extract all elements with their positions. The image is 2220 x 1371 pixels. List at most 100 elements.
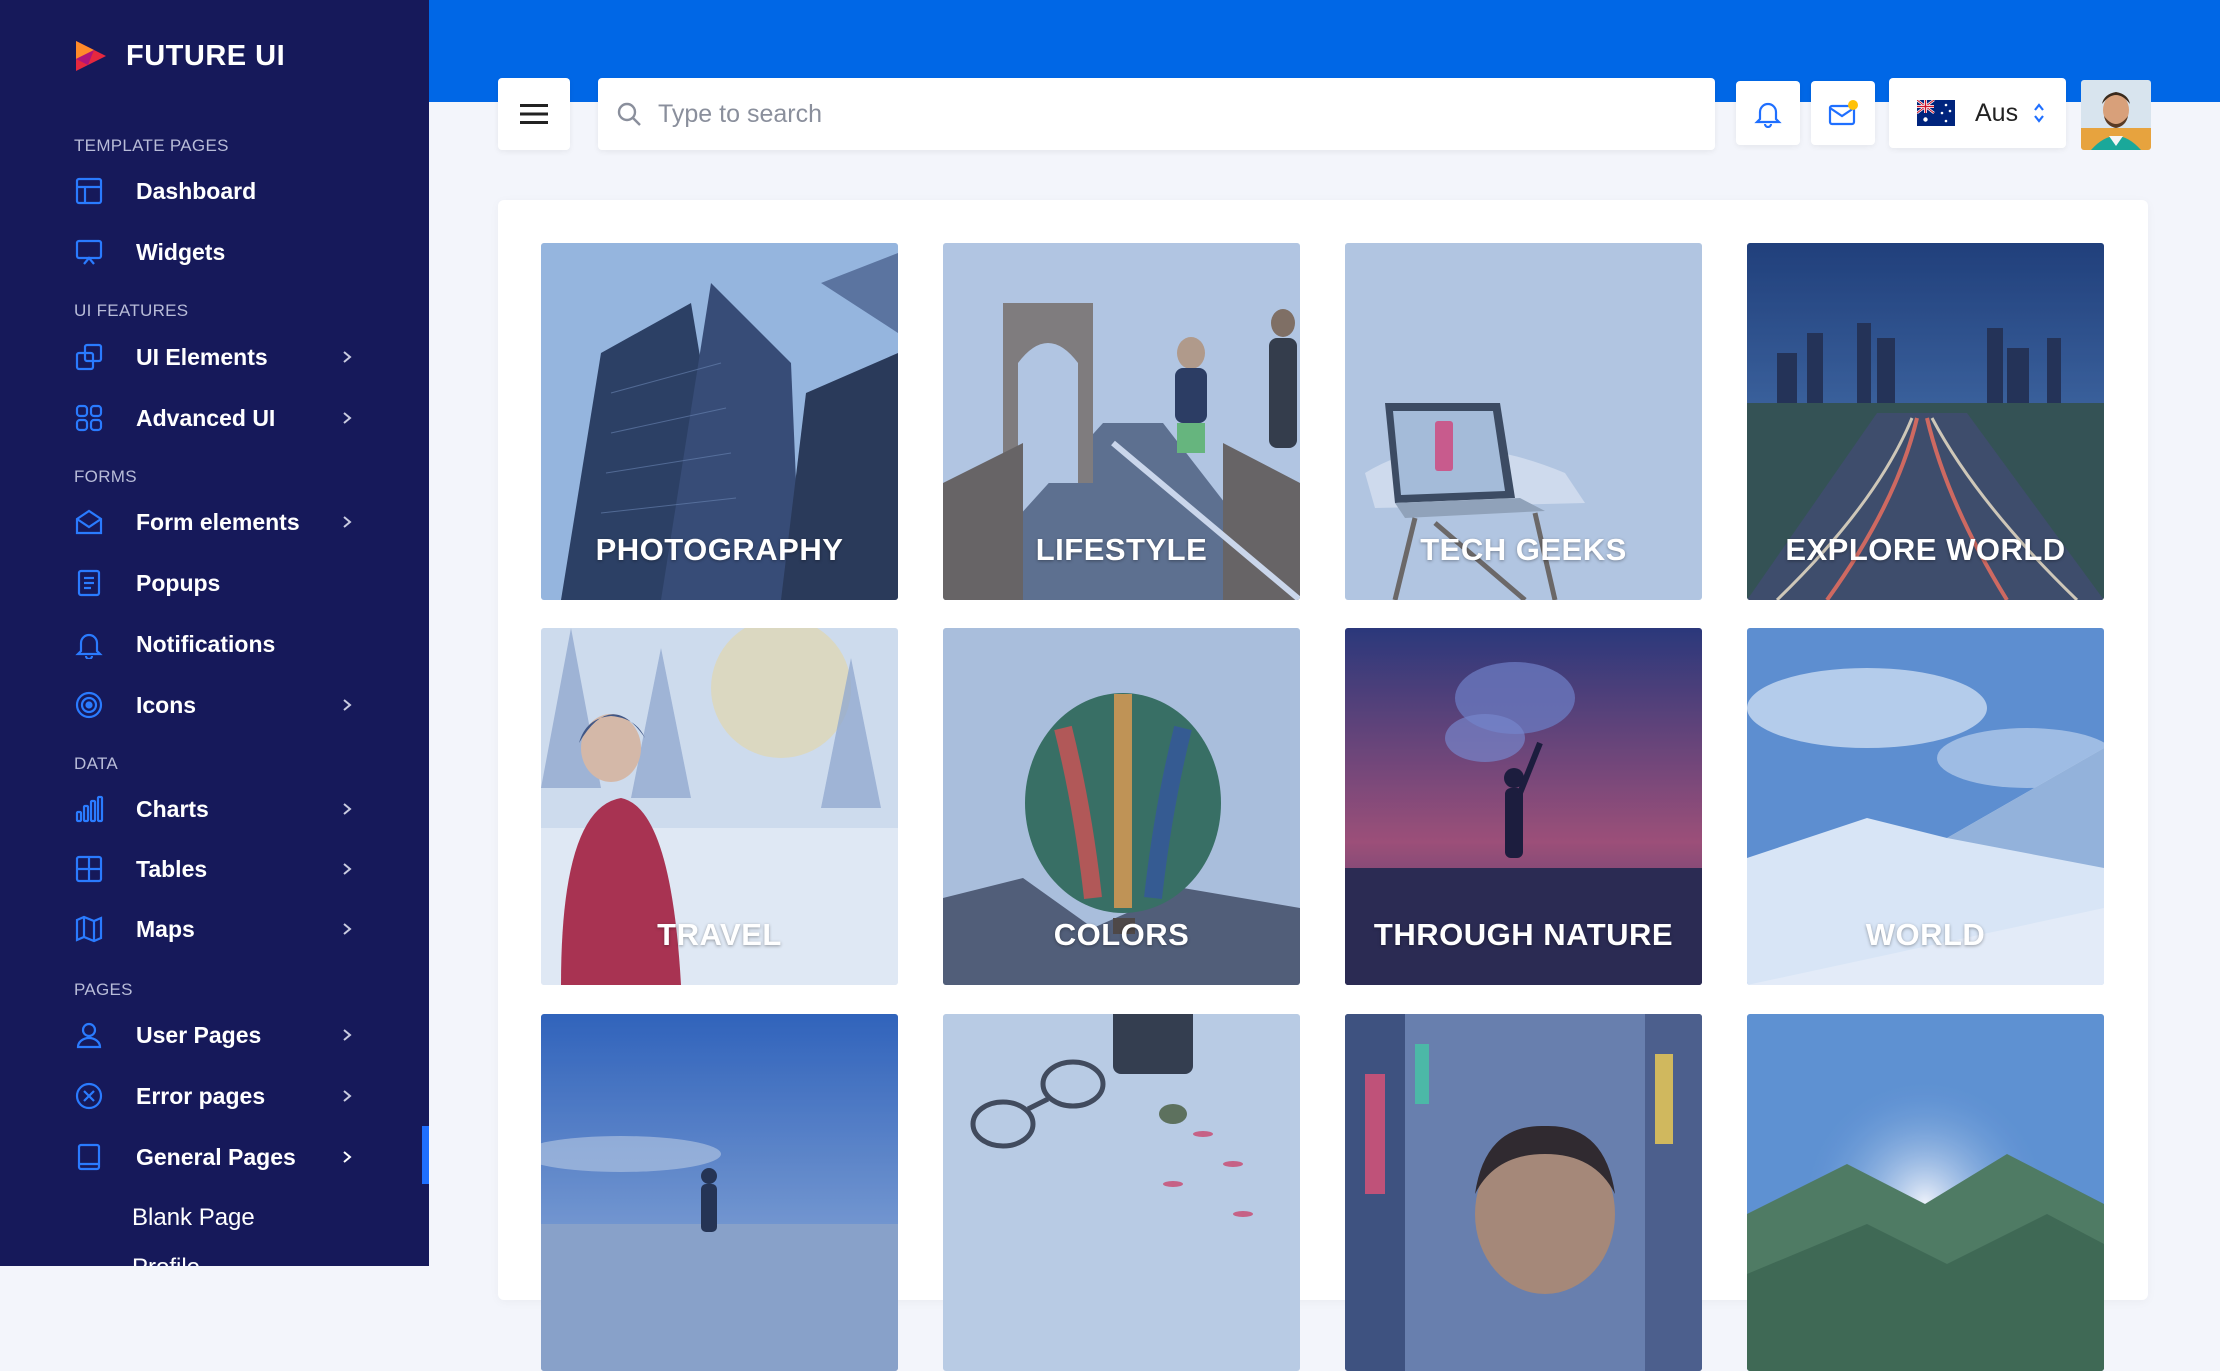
australia-flag-icon [1917, 100, 1955, 126]
user-avatar[interactable] [2081, 80, 2151, 150]
sidebar-item-label: Advanced UI [136, 404, 276, 431]
bar-chart-icon [75, 795, 104, 823]
menu-toggle-button[interactable] [498, 78, 570, 150]
brand-logo-icon [76, 41, 106, 71]
gallery-tile-travel[interactable]: TRAVEL [541, 628, 898, 985]
search-bar [598, 78, 1715, 150]
section-template-pages: TEMPLATE PAGES [74, 136, 229, 155]
tablet-icon [77, 1143, 101, 1171]
error-circle-icon [75, 1082, 103, 1110]
sidebar-item-label: Icons [136, 691, 197, 718]
gallery-tile-12[interactable] [1747, 1014, 2104, 1371]
sidebar-item-advanced-ui[interactable]: Advanced UI [74, 396, 354, 440]
sidebar-item-label: User Pages [136, 1021, 262, 1048]
layers-icon [75, 343, 103, 371]
sidebar-item-label: UI Elements [136, 343, 268, 370]
sidebar-subitem-blank-page[interactable]: Blank Page [132, 1204, 255, 1232]
gallery-tile-explore-world[interactable]: EXPLORE WORLD [1747, 243, 2104, 600]
sidebar-item-popups[interactable]: Popups [74, 561, 354, 605]
sidebar-item-label: Tables [136, 855, 208, 882]
sidebar-subitem-profile[interactable]: Profile [132, 1254, 200, 1266]
bell-icon [75, 633, 103, 659]
mail-open-icon [75, 509, 103, 535]
sidebar-item-label: Popups [136, 569, 221, 596]
brand[interactable]: FUTURE UI [74, 36, 285, 76]
gallery-tile-photography[interactable]: PHOTOGRAPHY [541, 243, 898, 600]
sidebar-item-label: Charts [136, 795, 209, 822]
sidebar-item-label: Error pages [136, 1082, 266, 1109]
gallery-tile-colors[interactable]: COLORS [943, 628, 1300, 985]
search-input[interactable] [656, 98, 1660, 130]
document-icon [77, 569, 101, 597]
target-icon [75, 691, 103, 719]
sidebar-item-label: Notifications [136, 630, 276, 657]
avatar-image [2081, 80, 2151, 150]
sidebar-item-label: Widgets [136, 238, 226, 265]
chevron-right-icon [343, 699, 352, 711]
sidebar-item-error-pages[interactable]: Error pages [74, 1074, 354, 1118]
sidebar: FUTURE UI TEMPLATE PAGES Dashboard Widge… [0, 0, 429, 1266]
messages-button[interactable] [1811, 81, 1875, 145]
sidebar-item-general-pages[interactable]: General Pages [74, 1135, 354, 1179]
chevron-right-icon [343, 803, 352, 815]
chevron-right-icon [343, 863, 352, 875]
sidebar-item-ui-elements[interactable]: UI Elements [74, 335, 354, 379]
chevron-right-icon [343, 516, 352, 528]
tile-label: TECH GEEKS [1420, 532, 1627, 567]
mail-icon [1828, 100, 1858, 126]
tile-label: COLORS [1053, 917, 1190, 952]
tile-label: THROUGH NATURE [1373, 917, 1674, 952]
tile-label: PHOTOGRAPHY [595, 532, 844, 567]
gallery-card: PHOTOGRAPHY LIFESTYLE TECH GEEKS EXPLORE… [498, 200, 2148, 1371]
sidebar-item-label: General Pages [136, 1143, 296, 1170]
section-ui-features: UI FEATURES [74, 301, 189, 320]
gallery-tile-11[interactable] [1345, 1014, 1702, 1371]
monitor-icon [75, 239, 103, 265]
language-label: Aus [1975, 98, 2019, 127]
sidebar-item-tables[interactable]: Tables [74, 847, 354, 891]
chevron-right-icon [343, 1029, 352, 1041]
active-indicator [422, 1126, 429, 1184]
tile-label: TRAVEL [657, 917, 782, 952]
hamburger-icon [520, 104, 548, 124]
gallery-tile-9[interactable] [541, 1014, 898, 1371]
sidebar-item-dashboard[interactable]: Dashboard [74, 169, 354, 213]
map-icon [75, 915, 103, 943]
gallery-tile-world[interactable]: WORLD [1747, 628, 2104, 985]
section-pages: PAGES [74, 980, 133, 999]
gallery-tile-tech-geeks[interactable]: TECH GEEKS [1345, 243, 1702, 600]
gallery-tile-lifestyle[interactable]: LIFESTYLE [943, 243, 1300, 600]
chevron-right-icon [343, 412, 352, 424]
brand-name: FUTURE UI [126, 39, 286, 72]
gallery-tile-10[interactable] [943, 1014, 1300, 1371]
sidebar-item-widgets[interactable]: Widgets [74, 230, 354, 274]
sidebar-item-label: Maps [136, 915, 195, 942]
section-forms: FORMS [74, 467, 137, 486]
language-select[interactable]: Aus [1889, 78, 2066, 148]
tile-label: EXPLORE WORLD [1785, 532, 2066, 567]
user-icon [76, 1022, 102, 1049]
dashboard-icon [75, 177, 103, 205]
chevron-right-icon [343, 923, 352, 935]
sidebar-item-label: Form elements [136, 508, 300, 535]
sidebar-item-notifications[interactable]: Notifications [74, 622, 354, 666]
table-icon [75, 855, 103, 883]
sidebar-item-maps[interactable]: Maps [74, 907, 354, 951]
sidebar-item-label: Dashboard [136, 177, 257, 204]
sort-arrows-icon [2034, 103, 2044, 123]
sidebar-item-icons[interactable]: Icons [74, 683, 354, 727]
gallery-tile-through-nature[interactable]: THROUGH NATURE [1345, 628, 1702, 985]
grid-icon [75, 404, 103, 432]
sidebar-item-form-elements[interactable]: Form elements [74, 500, 354, 544]
search-icon [617, 102, 641, 126]
chevron-right-icon [343, 351, 352, 363]
section-data: DATA [74, 754, 119, 773]
sidebar-item-charts[interactable]: Charts [74, 787, 354, 831]
notifications-button[interactable] [1736, 81, 1800, 145]
sidebar-item-user-pages[interactable]: User Pages [74, 1013, 354, 1057]
tile-label: WORLD [1865, 917, 1986, 952]
tile-label: LIFESTYLE [1035, 532, 1208, 567]
bell-icon [1754, 102, 1782, 128]
chevron-right-icon [343, 1151, 352, 1163]
chevron-right-icon [343, 1090, 352, 1102]
